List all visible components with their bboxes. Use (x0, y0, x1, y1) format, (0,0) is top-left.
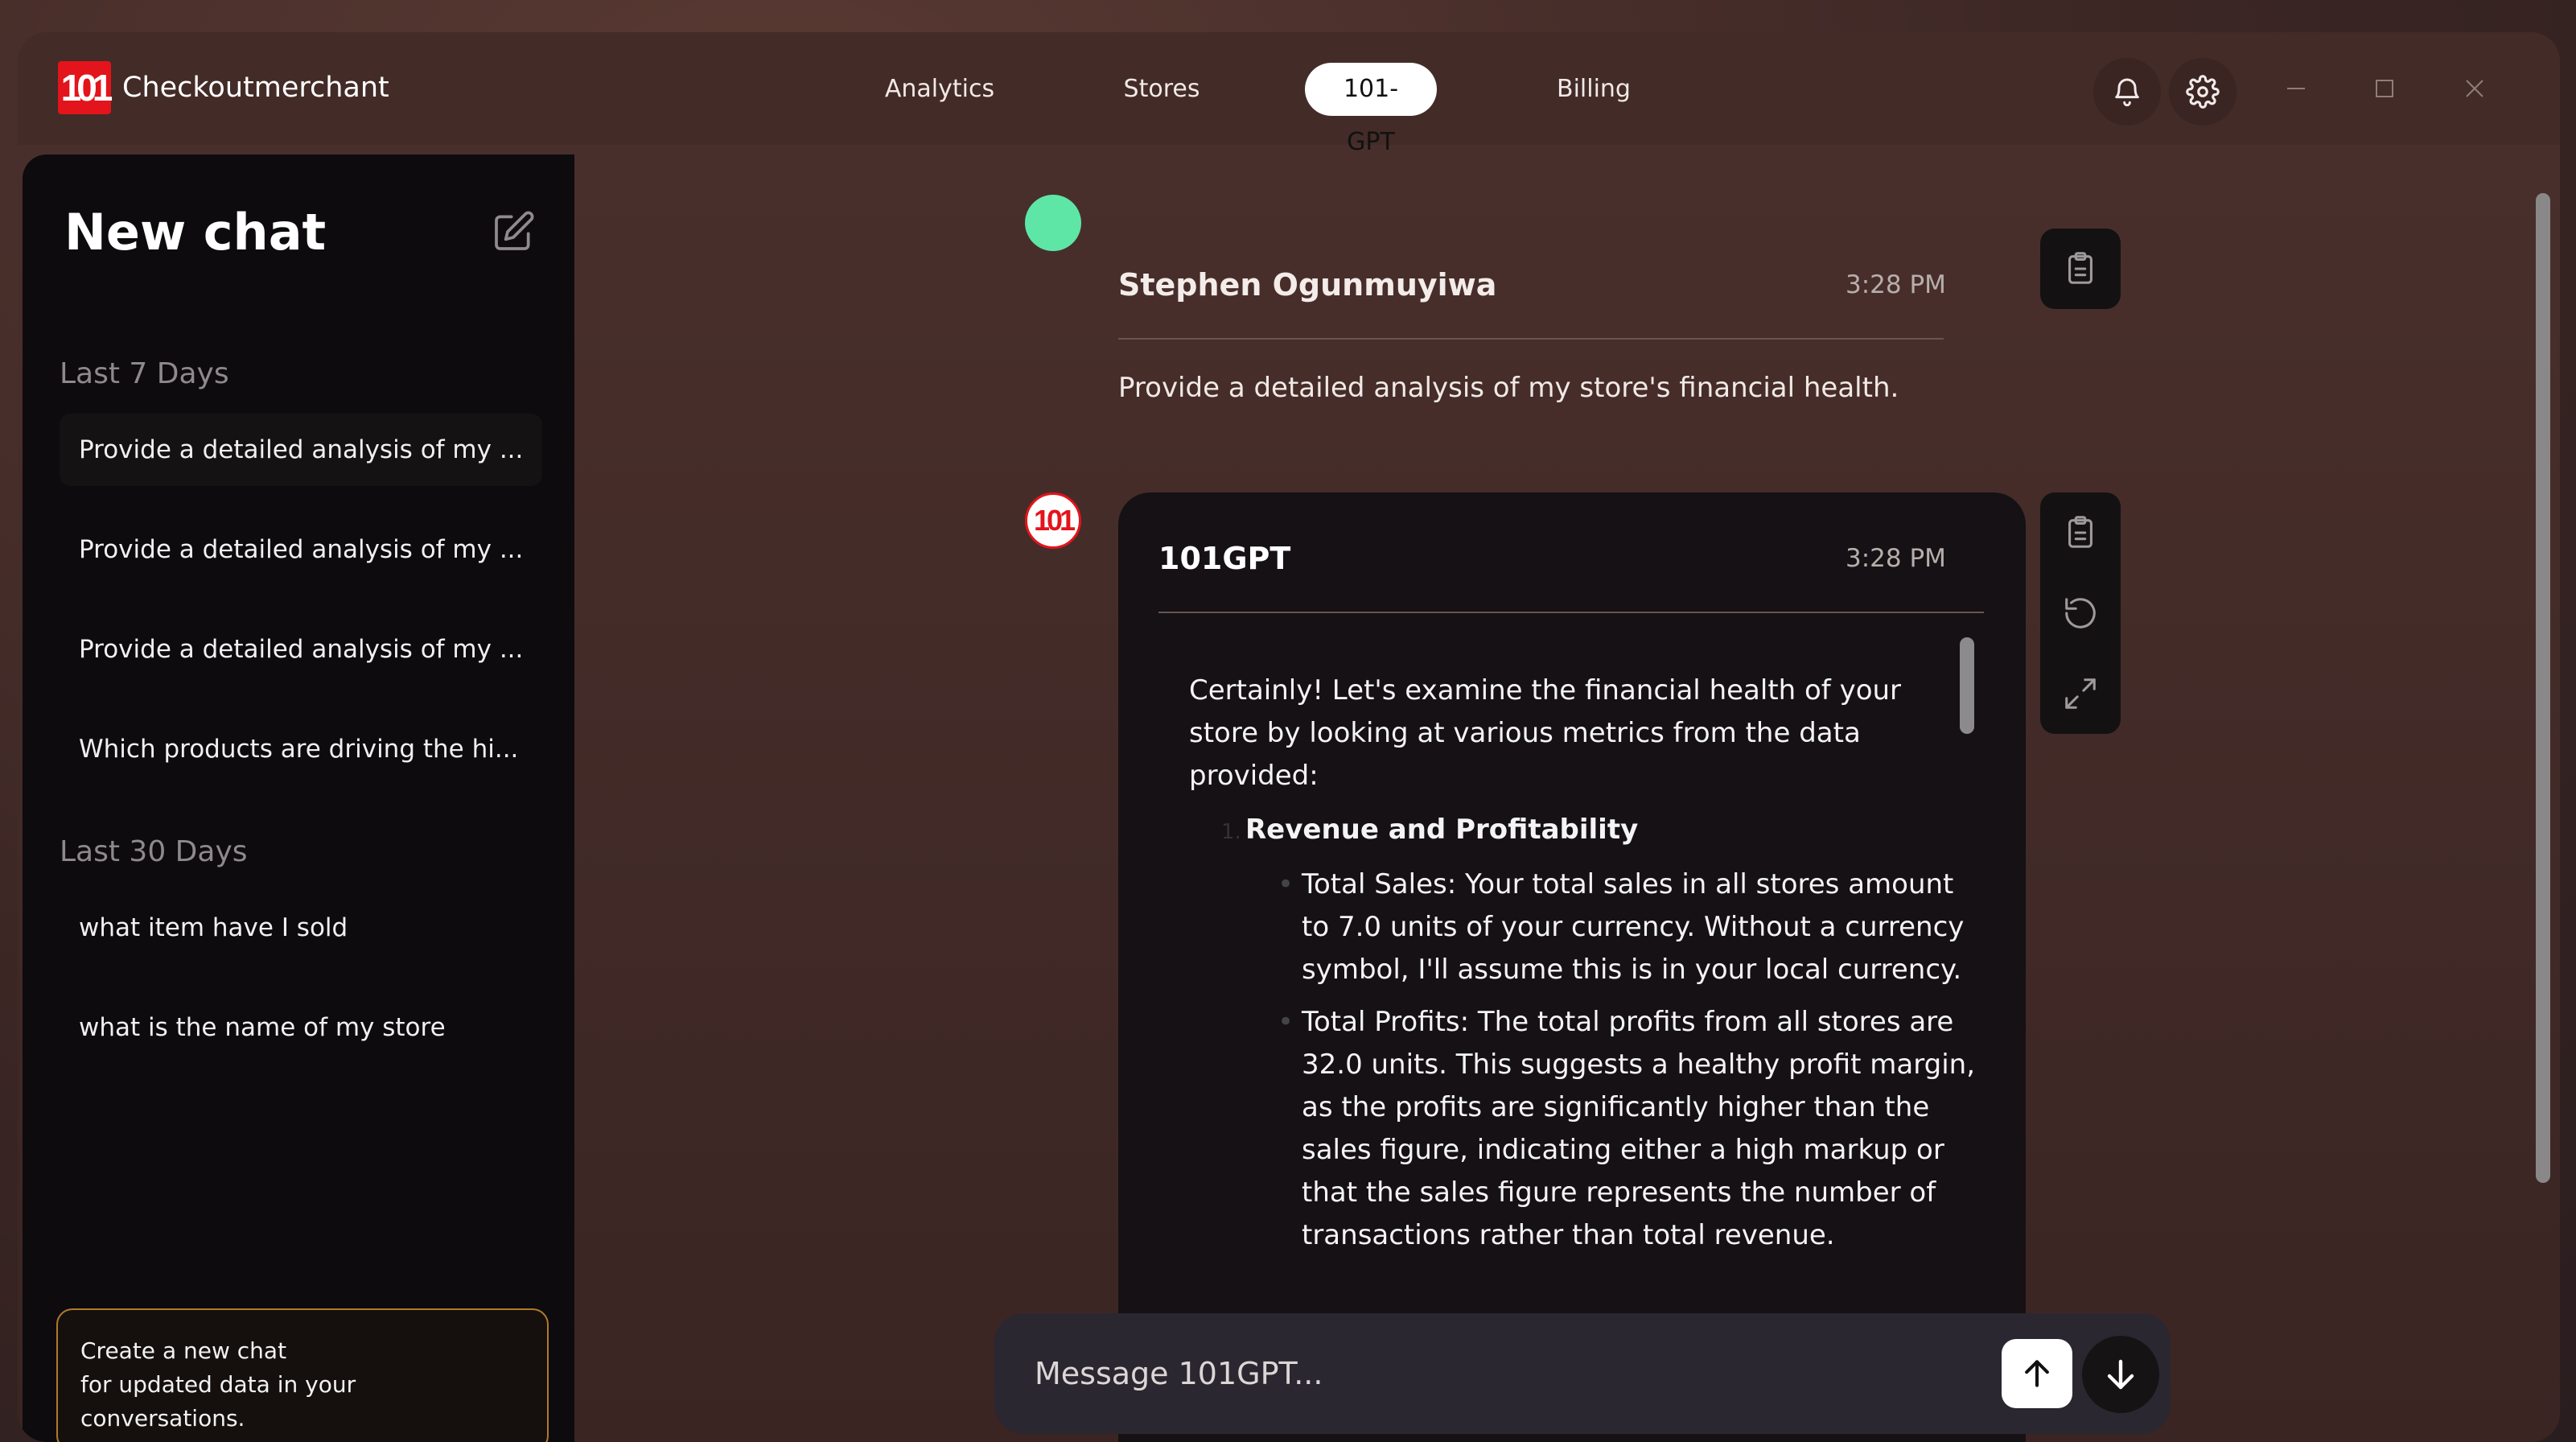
maximize-icon (2376, 80, 2393, 97)
bullet-dot: • (1278, 868, 1294, 900)
history-item[interactable]: what item have I sold (60, 892, 542, 964)
close-window-button[interactable] (2450, 64, 2499, 113)
bot-message-author: 101GPT (1158, 541, 1291, 576)
app-window: 101 Checkoutmerchant Analytics Stores 10… (18, 32, 2560, 1442)
top-bar: 101 Checkoutmerchant Analytics Stores 10… (18, 32, 2560, 156)
bot-avatar: 101 (1025, 492, 1081, 549)
arrow-up-icon (2025, 1360, 2049, 1387)
message-input[interactable] (1035, 1313, 1920, 1434)
arrow-down-icon (2107, 1359, 2134, 1390)
bullet-dot: • (1278, 1006, 1294, 1038)
chat-history-sidebar: New chat Last 7 Days Provide a detailed … (23, 154, 574, 1442)
section-label-last-7-days: Last 7 Days (60, 357, 229, 390)
notice-line: conversations. (80, 1405, 245, 1432)
bot-message-card: 101GPT 3:28 PM Certainly! Let's examine … (1118, 492, 2026, 1442)
chat-scrollbar[interactable] (2536, 193, 2550, 1183)
user-avatar (1025, 195, 1081, 251)
section-label-last-30-days: Last 30 Days (60, 835, 248, 868)
regenerate-icon[interactable] (2062, 595, 2099, 632)
history-item[interactable]: Provide a detailed analysis of my ... (60, 613, 542, 686)
tab-101-gpt[interactable]: 101-GPT (1305, 63, 1437, 156)
history-item[interactable]: Provide a detailed analysis of my ... (60, 414, 542, 486)
desktop-background: 101 Checkoutmerchant Analytics Stores 10… (0, 0, 2576, 1442)
list-item: • Total Sales: Your total sales in all s… (1278, 863, 1977, 991)
divider (1158, 612, 1984, 613)
bot-message-actions (2040, 492, 2121, 734)
user-message-author: Stephen Ogunmuyiwa (1118, 267, 1497, 303)
scroll-down-button[interactable] (2082, 1336, 2159, 1413)
close-icon (2466, 80, 2483, 97)
new-chat-notice: Create a new chat for updated data in yo… (56, 1308, 549, 1442)
settings-button[interactable] (2169, 58, 2237, 126)
history-item[interactable]: Which products are driving the hi... (60, 713, 542, 785)
gear-icon (2186, 75, 2220, 109)
list-item-text: Total Sales: Your total sales in all sto… (1302, 868, 1965, 986)
maximize-button[interactable] (2360, 64, 2409, 113)
list-number: 1. (1221, 820, 1241, 844)
bot-message-body: Certainly! Let's examine the financial h… (1189, 670, 1977, 1257)
minimize-icon (2287, 88, 2305, 89)
message-composer (994, 1313, 2171, 1434)
chat-area: Stephen Ogunmuyiwa 3:28 PM Provide a det… (574, 154, 2560, 1442)
notice-line: Create a new chat (80, 1337, 287, 1364)
tab-stores[interactable]: Stores (1081, 63, 1242, 116)
minimize-button[interactable] (2272, 64, 2320, 113)
bell-icon (2115, 78, 2139, 107)
edit-icon (495, 211, 534, 250)
new-chat-button[interactable] (491, 209, 536, 254)
history-item[interactable]: Provide a detailed analysis of my ... (60, 513, 542, 586)
sidebar-title: New chat (64, 203, 327, 262)
notifications-button[interactable] (2093, 58, 2161, 126)
user-message-actions (2040, 229, 2121, 309)
list-item-text: Total Profits: The total profits from al… (1302, 1006, 1976, 1251)
divider (1118, 338, 1944, 340)
expand-icon[interactable] (2062, 675, 2099, 712)
bot-message-time: 3:28 PM (1846, 544, 1946, 573)
user-message-time: 3:28 PM (1846, 270, 1946, 299)
tab-billing[interactable]: Billing (1517, 63, 1670, 116)
send-button[interactable] (2002, 1339, 2072, 1408)
clipboard-icon[interactable] (2062, 514, 2099, 551)
user-message-text: Provide a detailed analysis of my store'… (1118, 372, 1899, 404)
tab-analytics[interactable]: Analytics (851, 63, 1028, 116)
history-item[interactable]: what is the name of my store (60, 991, 542, 1064)
clipboard-icon[interactable] (2062, 250, 2099, 287)
list-heading: 1. Revenue and Profitability (1221, 809, 1977, 854)
list-item: • Total Profits: The total profits from … (1278, 1001, 1977, 1257)
notice-line: for updated data in your (80, 1371, 356, 1398)
bot-intro: Certainly! Let's examine the financial h… (1189, 674, 1902, 792)
list-heading-text: Revenue and Profitability (1245, 814, 1639, 846)
